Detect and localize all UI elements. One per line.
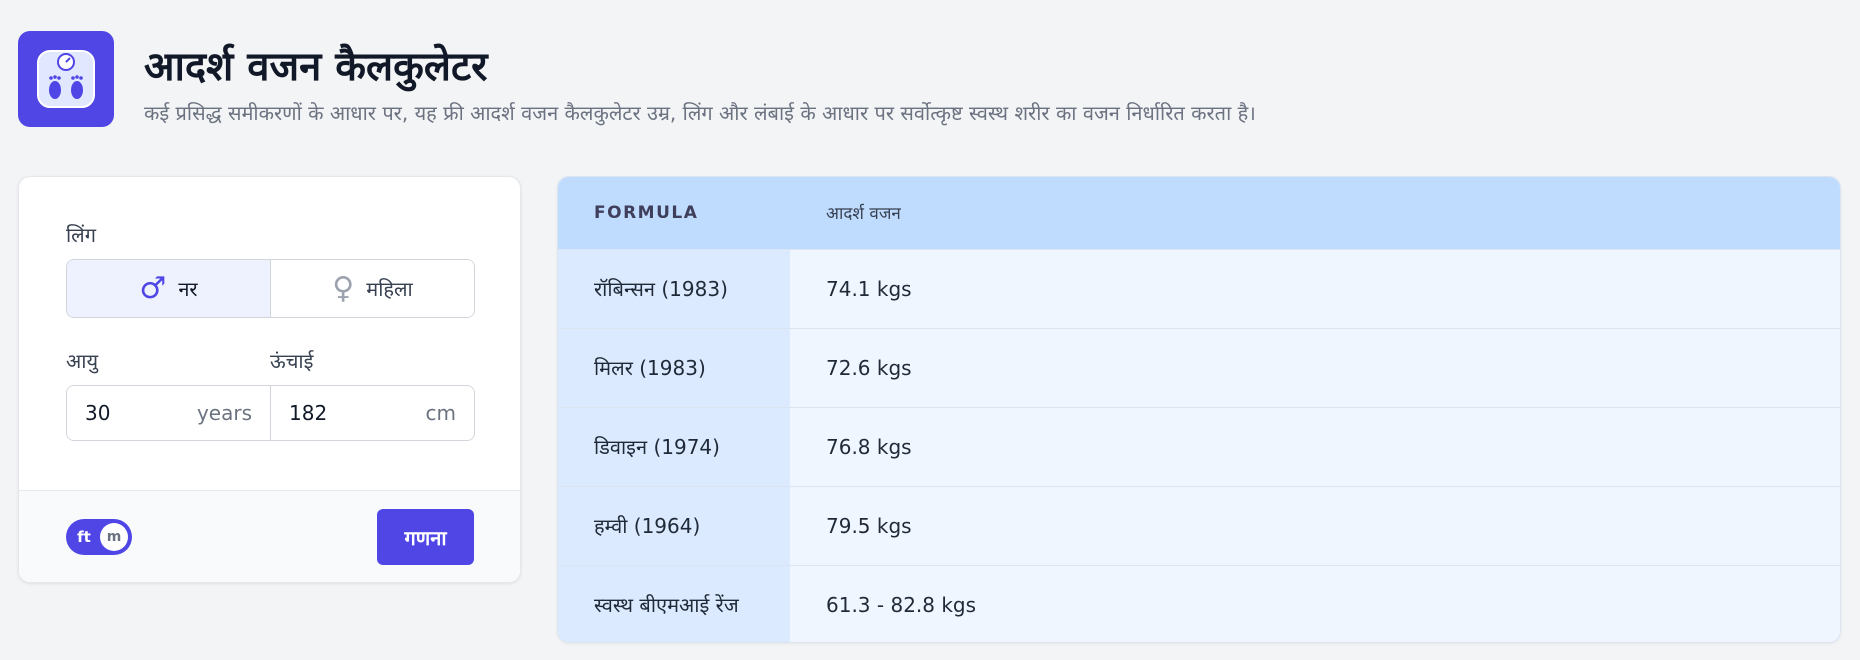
formula-cell: स्वस्थ बीएमआई रेंज [558, 564, 790, 642]
age-input[interactable] [85, 401, 175, 425]
height-input[interactable] [289, 401, 379, 425]
formula-cell: रॉबिन्सन (1983) [558, 248, 790, 328]
header-formula: FORMULA [558, 177, 790, 249]
table-row: डिवाइन (1974) 76.8 kgs [558, 406, 1840, 486]
page-header: आदर्श वजन कैलकुलेटर कई प्रसिद्ध समीकरणों… [18, 31, 1256, 127]
height-unit: cm [425, 401, 456, 425]
formula-cell: मिलर (1983) [558, 327, 790, 407]
weight-cell: 74.1 kgs [790, 248, 1840, 328]
scale-feet-icon [18, 31, 114, 127]
form-footer: ft m गणना [19, 490, 520, 582]
weight-cell: 79.5 kgs [790, 485, 1840, 565]
results-table: FORMULA आदर्श वजन रॉबिन्सन (1983) 74.1 k… [557, 176, 1841, 643]
gender-female-button[interactable]: ♀ महिला [270, 260, 474, 317]
age-unit: years [196, 401, 252, 425]
height-label: ऊंचाई [270, 349, 314, 373]
page-subtitle: कई प्रसिद्ध समीकरणों के आधार पर, यह फ्री… [144, 101, 1256, 125]
age-height-inputs: years cm [66, 385, 475, 441]
calculator-form: लिंग ♂ नर ♀ महिला आयु ऊंचाई years cm ft … [18, 176, 521, 583]
formula-cell: डिवाइन (1974) [558, 406, 790, 486]
calculate-button[interactable]: गणना [377, 509, 474, 565]
age-label: आयु [66, 349, 99, 373]
gender-male-button[interactable]: ♂ नर [67, 260, 270, 317]
formula-cell: हम्वी (1964) [558, 485, 790, 565]
unit-ft-label: ft [77, 528, 91, 546]
age-field: years [67, 386, 270, 440]
weight-cell: 72.6 kgs [790, 327, 1840, 407]
gender-male-label: नर [178, 277, 198, 301]
gender-toggle: ♂ नर ♀ महिला [66, 259, 475, 318]
unit-m-knob: m [100, 523, 128, 551]
page-title: आदर्श वजन कैलकुलेटर [144, 44, 488, 90]
header-ideal-weight: आदर्श वजन [790, 177, 1840, 249]
male-icon: ♂ [139, 270, 167, 306]
table-row: मिलर (1983) 72.6 kgs [558, 327, 1840, 407]
table-row: रॉबिन्सन (1983) 74.1 kgs [558, 248, 1840, 328]
table-row: स्वस्थ बीएमआई रेंज 61.3 - 82.8 kgs [558, 564, 1840, 642]
female-icon: ♀ [332, 270, 355, 306]
weight-cell: 61.3 - 82.8 kgs [790, 564, 1840, 642]
unit-toggle[interactable]: ft m [66, 519, 132, 555]
table-row: हम्वी (1964) 79.5 kgs [558, 485, 1840, 565]
height-field: cm [270, 386, 474, 440]
weight-cell: 76.8 kgs [790, 406, 1840, 486]
gender-label: लिंग [66, 223, 96, 247]
gender-female-label: महिला [366, 277, 413, 301]
